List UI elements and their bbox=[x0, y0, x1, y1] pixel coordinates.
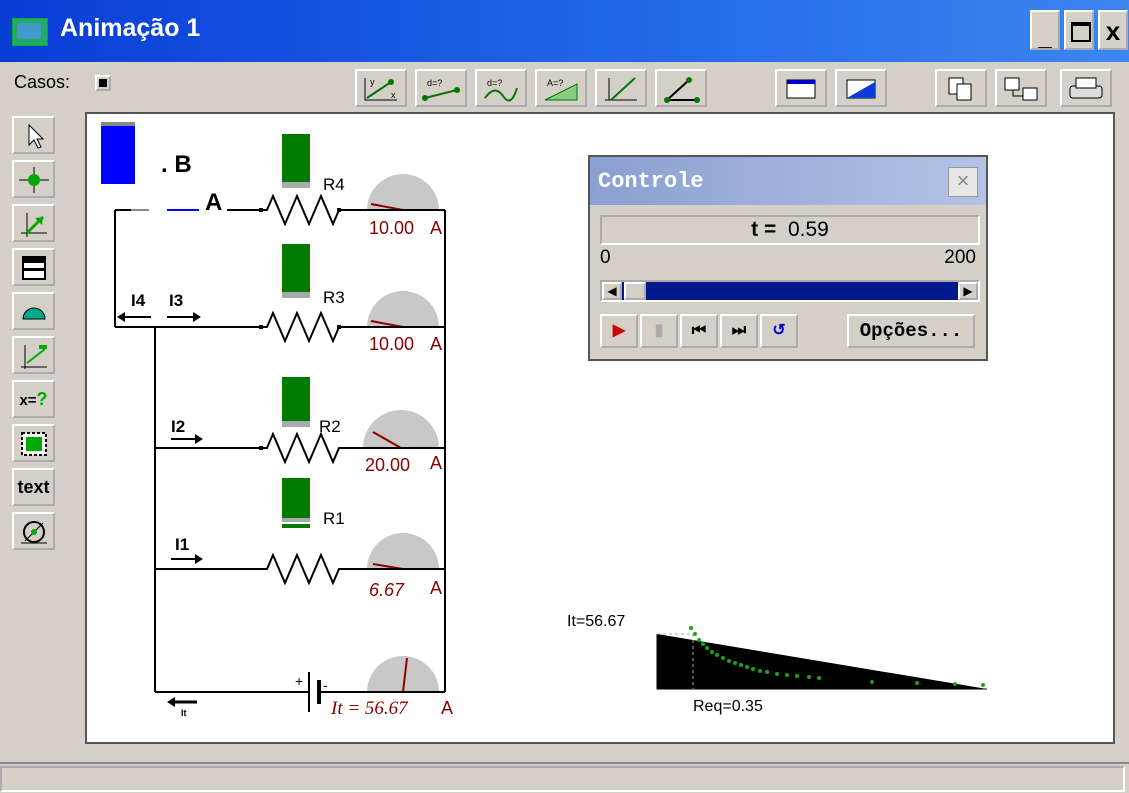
tangent-button[interactable] bbox=[595, 69, 647, 107]
label-a: A bbox=[205, 189, 222, 216]
reading-r4: 10.00 bbox=[369, 218, 414, 238]
arrow-select-tool[interactable] bbox=[12, 116, 55, 154]
total-current-reading: It = 56.67 bbox=[330, 698, 409, 719]
label-b: . B bbox=[161, 151, 192, 178]
options-button[interactable]: Opções... bbox=[847, 314, 975, 348]
reset-button[interactable]: ↺ bbox=[760, 314, 798, 348]
time-label: t = bbox=[751, 218, 777, 241]
window-title: Animação 1 bbox=[60, 14, 201, 42]
resistor-label-r3: R3 bbox=[323, 288, 345, 307]
export-button[interactable] bbox=[995, 69, 1047, 107]
angle-button[interactable] bbox=[655, 69, 707, 107]
svg-text:d=?: d=? bbox=[487, 78, 502, 88]
rectangle-tool[interactable] bbox=[12, 248, 55, 286]
time-display: t = 0.59 bbox=[600, 215, 980, 245]
rotation-tool[interactable] bbox=[12, 512, 55, 550]
current-label-i2: I2 bbox=[171, 417, 185, 436]
reading-r3: 10.00 bbox=[369, 334, 414, 354]
reading-unit-r3: A bbox=[430, 334, 442, 354]
status-bar bbox=[0, 762, 1129, 793]
stop-button[interactable]: ▮ bbox=[640, 314, 678, 348]
slider-left-arrow[interactable]: ◀ bbox=[602, 282, 622, 300]
reading-unit-r1: A bbox=[430, 578, 442, 598]
close-button[interactable]: x bbox=[1098, 10, 1128, 50]
point-tool[interactable] bbox=[12, 160, 55, 198]
status-field bbox=[0, 766, 1125, 792]
tool-palette: x=? text bbox=[12, 116, 57, 556]
measure-distance-button[interactable]: d=? bbox=[415, 69, 467, 107]
range-min: 0 bbox=[600, 247, 611, 268]
play-button[interactable]: ▶ bbox=[600, 314, 638, 348]
slider-right-arrow[interactable]: ▶ bbox=[958, 282, 978, 300]
casos-label: Casos: bbox=[14, 72, 71, 92]
battery-branch: + - It = 56.67 A It bbox=[155, 656, 453, 719]
reading-r2: 20.00 bbox=[365, 455, 410, 475]
controle-close-button[interactable]: × bbox=[948, 167, 978, 197]
variable-tool-label: x= bbox=[19, 392, 37, 409]
voltage-bar-b bbox=[101, 124, 135, 184]
text-tool[interactable]: text bbox=[12, 468, 55, 506]
reading-unit-r2: A bbox=[430, 453, 442, 473]
image-tool[interactable] bbox=[12, 424, 55, 462]
time-slider[interactable]: ◀ ▶ bbox=[600, 280, 980, 302]
graph-tool[interactable] bbox=[12, 336, 55, 374]
resistor-label-r4: R4 bbox=[323, 175, 345, 194]
total-current-unit: A bbox=[441, 698, 453, 718]
measure-curve-distance-button[interactable]: d=? bbox=[475, 69, 527, 107]
step-back-button[interactable]: ⏮ bbox=[680, 314, 718, 348]
resistor-label-r2: R2 bbox=[319, 417, 341, 436]
toolbar: Casos: yx d=? d=? A=? bbox=[0, 62, 1129, 112]
svg-text:y: y bbox=[370, 77, 375, 87]
controle-window: Controle × t = 0.59 0 200 ◀ ▶ ▶ ▮ ⏮ ⏭ ↺ … bbox=[588, 155, 988, 361]
step-forward-button[interactable]: ⏭ bbox=[720, 314, 758, 348]
title-bar: Animação 1 _ x bbox=[0, 0, 1129, 62]
meter-tool[interactable] bbox=[12, 292, 55, 330]
variable-tool[interactable]: x=? bbox=[12, 380, 55, 418]
graph-y-label: It=56.67 bbox=[567, 613, 625, 630]
branch-r1: R1 6.67 A I1 bbox=[155, 478, 445, 600]
current-label-i1: I1 bbox=[175, 535, 189, 554]
current-label-i3: I3 bbox=[169, 291, 183, 310]
maximize-button[interactable] bbox=[1064, 10, 1094, 50]
print-button[interactable] bbox=[1060, 69, 1112, 107]
reading-r1: 6.67 bbox=[369, 580, 405, 600]
svg-text:It: It bbox=[181, 708, 187, 718]
vector-tool[interactable] bbox=[12, 204, 55, 242]
reading-unit-r4: A bbox=[430, 218, 442, 238]
graph-yx-button[interactable]: yx bbox=[355, 69, 407, 107]
svg-text:A=?: A=? bbox=[547, 78, 563, 88]
resistor-label-r1: R1 bbox=[323, 509, 345, 528]
battery-minus: - bbox=[323, 677, 328, 693]
app-icon bbox=[12, 18, 48, 46]
branch-r2: R2 20.00 A I2 bbox=[155, 377, 445, 475]
slider-thumb[interactable] bbox=[624, 282, 646, 300]
copy-button[interactable] bbox=[935, 69, 987, 107]
branch-r3: R3 10.00 A I4 I3 bbox=[115, 244, 445, 354]
battery-plus: + bbox=[295, 673, 303, 689]
controle-titlebar[interactable]: Controle × bbox=[590, 157, 986, 205]
graph-x-label: Req=0.35 bbox=[693, 698, 763, 715]
results-graph: It=56.67 Req=0.35 bbox=[567, 613, 987, 715]
range-max: 200 bbox=[944, 247, 976, 268]
current-label-i4: I4 bbox=[131, 291, 146, 310]
time-value: 0.59 bbox=[787, 218, 829, 241]
table-button[interactable] bbox=[775, 69, 827, 107]
casos-button[interactable] bbox=[95, 75, 111, 91]
svg-text:x: x bbox=[391, 90, 396, 100]
controle-title: Controle bbox=[598, 169, 704, 194]
svg-text:d=?: d=? bbox=[427, 78, 442, 88]
measure-area-button[interactable]: A=? bbox=[535, 69, 587, 107]
window-button[interactable] bbox=[835, 69, 887, 107]
minimize-button[interactable]: _ bbox=[1030, 10, 1060, 51]
branch-r4: R4 10.00 A bbox=[259, 134, 445, 238]
